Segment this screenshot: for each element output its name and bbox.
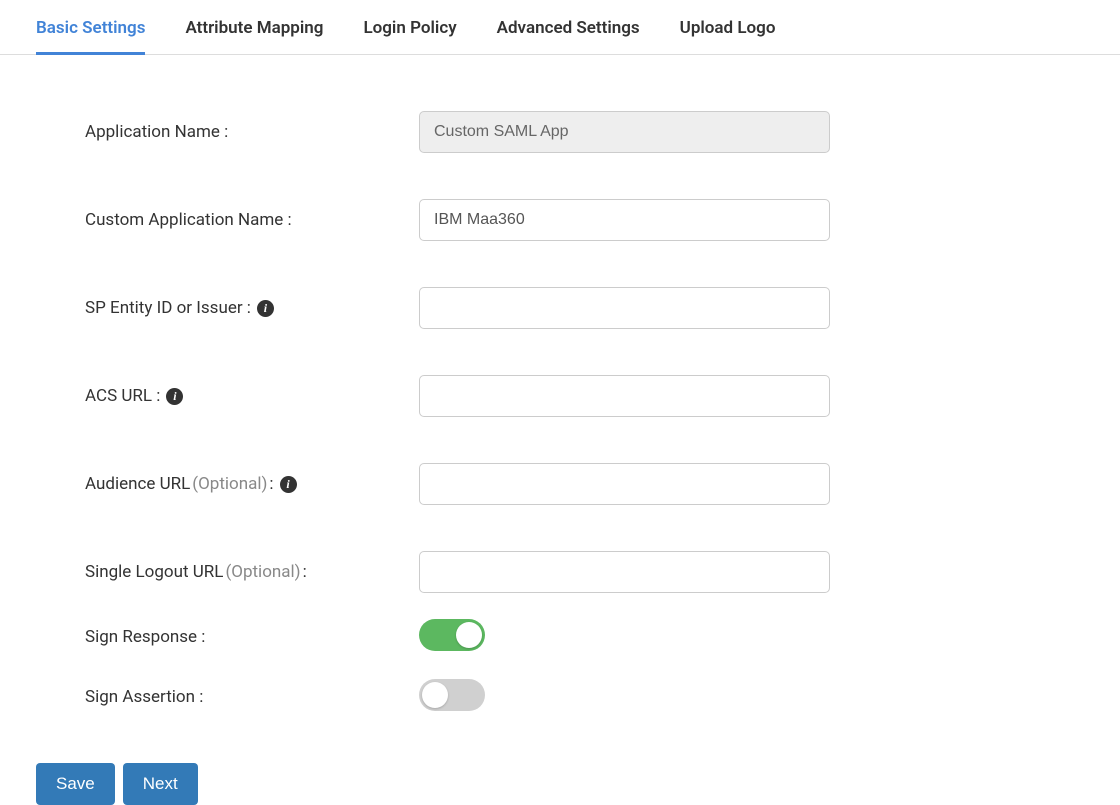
tab-attribute-mapping[interactable]: Attribute Mapping [185, 10, 323, 55]
input-sp-entity-id[interactable] [419, 287, 830, 329]
info-icon[interactable]: i [257, 300, 274, 317]
toggle-knob [422, 682, 448, 708]
label-custom-application-name: Custom Application Name : [85, 210, 419, 230]
input-acs-url[interactable] [419, 375, 830, 417]
info-icon[interactable]: i [280, 476, 297, 493]
tab-advanced-settings[interactable]: Advanced Settings [497, 10, 640, 55]
label-sign-assertion: Sign Assertion : [85, 687, 419, 707]
input-audience-url[interactable] [419, 463, 830, 505]
toggle-sign-response[interactable] [419, 619, 485, 651]
info-icon[interactable]: i [166, 388, 183, 405]
button-row: Save Next [0, 739, 1120, 805]
form-area: Application Name : Custom Application Na… [0, 55, 1120, 715]
input-single-logout-url[interactable] [419, 551, 830, 593]
label-single-logout-url: Single Logout URL (Optional) : [85, 562, 419, 582]
toggle-sign-assertion[interactable] [419, 679, 485, 711]
label-application-name: Application Name : [85, 122, 419, 142]
input-application-name [419, 111, 830, 153]
label-acs-url: ACS URL : i [85, 386, 419, 406]
tab-basic-settings[interactable]: Basic Settings [36, 10, 145, 55]
tabs-bar: Basic Settings Attribute Mapping Login P… [0, 0, 1120, 55]
save-button[interactable]: Save [36, 763, 115, 805]
next-button[interactable]: Next [123, 763, 198, 805]
tab-login-policy[interactable]: Login Policy [363, 10, 456, 55]
input-custom-application-name[interactable] [419, 199, 830, 241]
toggle-knob [456, 622, 482, 648]
label-sign-response: Sign Response : [85, 627, 419, 647]
label-sp-entity-id: SP Entity ID or Issuer : i [85, 298, 419, 318]
label-audience-url: Audience URL (Optional) : i [85, 474, 419, 494]
tab-upload-logo[interactable]: Upload Logo [680, 10, 776, 55]
